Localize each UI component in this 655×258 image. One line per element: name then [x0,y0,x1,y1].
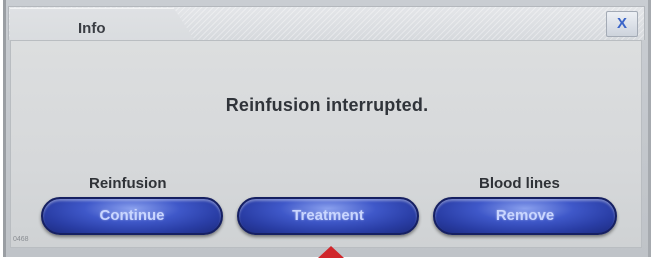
screen-code: 0468 [13,236,29,243]
reinfusion-group-label: Reinfusion [89,175,167,192]
continue-button[interactable]: Continue [41,197,223,235]
info-dialog-panel: Reinfusion interrupted. Reinfusion Blood… [10,40,642,248]
treatment-button[interactable]: Treatment [237,197,419,235]
dialog-message: Reinfusion interrupted. [225,95,429,115]
remove-button[interactable]: Remove [433,197,617,235]
close-button[interactable]: X [606,11,638,37]
blood-lines-group-label: Blood lines [479,175,560,192]
pointer-arrow-icon [318,246,344,258]
tab-info-label: Info [78,20,106,37]
